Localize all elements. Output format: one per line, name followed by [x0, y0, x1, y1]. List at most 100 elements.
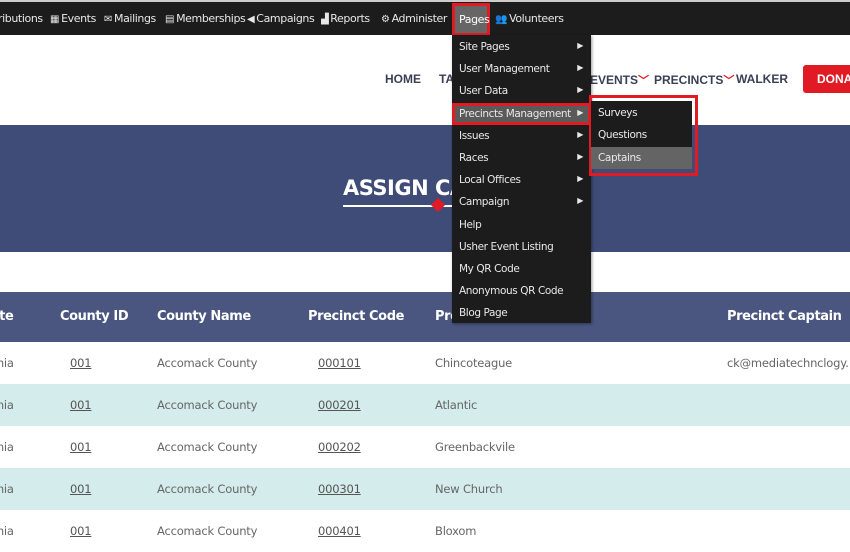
- donate-button[interactable]: DONAT: [803, 65, 850, 93]
- cell-county-id[interactable]: 001: [70, 482, 92, 496]
- menu-item-my-qr-code[interactable]: My QR Code: [452, 258, 591, 280]
- menu-item-usher-event-listing[interactable]: Usher Event Listing: [452, 236, 591, 258]
- label: Blog Page: [459, 307, 508, 320]
- label: Administer: [391, 12, 448, 25]
- caret-right-icon: ▶: [577, 129, 583, 139]
- table-row: Virginia 001 Accomack County 000101 Chincote…: [0, 342, 850, 384]
- cell-precinct-code[interactable]: 000202: [318, 440, 361, 454]
- submenu-item-surveys[interactable]: Surveys: [591, 102, 692, 124]
- menu-item-blog-page[interactable]: Blog Page: [452, 302, 591, 324]
- label: Local Offices: [459, 174, 521, 187]
- label: Events: [61, 12, 96, 25]
- table-row: Virginia 001 Accomack County 000301 New Chur…: [0, 468, 850, 510]
- caret-right-icon: ▶: [577, 152, 583, 161]
- cell-precinct-name: New Church: [435, 482, 503, 496]
- label: Site Pages: [459, 41, 510, 53]
- label: Help: [459, 218, 482, 231]
- caret-right-icon: ▶: [577, 196, 583, 206]
- menu-item-anonymous-qr-code[interactable]: Anonymous QR Code: [452, 280, 591, 302]
- caret-right-icon: ▶: [577, 174, 583, 184]
- label: PRECINCTS: [654, 73, 724, 87]
- envelope-icon: ✉: [104, 14, 112, 25]
- nav-events[interactable]: EVENTS﹀: [590, 72, 649, 88]
- nav-walker[interactable]: WALKER: [736, 72, 788, 86]
- label: User Management: [459, 63, 550, 76]
- label: Mailings: [113, 12, 156, 25]
- menu-item-issues[interactable]: Issues ▶: [452, 125, 591, 147]
- cell-state: Virginia: [0, 440, 14, 454]
- label: Anonymous QR Code: [459, 285, 564, 298]
- cell-state: Virginia: [0, 398, 14, 412]
- toolbar-contributions[interactable]: ributions: [0, 12, 43, 25]
- menu-item-campaign[interactable]: Campaign ▶: [452, 191, 591, 213]
- cell-state: Virginia: [0, 524, 14, 538]
- cell-county-name: Accomack County: [157, 482, 258, 496]
- cell-county-id[interactable]: 001: [70, 356, 92, 370]
- caret-right-icon: ▶: [577, 85, 583, 95]
- label: User Data: [459, 85, 508, 98]
- toolbar-pages[interactable]: Pages: [452, 3, 490, 36]
- header-county-id[interactable]: County ID: [60, 309, 129, 324]
- header-precinct-captain[interactable]: Precinct Captain: [727, 309, 842, 324]
- menu-item-site-pages[interactable]: Site Pages ▶: [452, 36, 591, 58]
- header-precinct-code[interactable]: Precinct Code: [308, 309, 404, 324]
- cell-precinct-code[interactable]: 000101: [318, 356, 361, 370]
- label: ributions: [0, 12, 43, 25]
- menu-item-local-offices[interactable]: Local Offices ▶: [452, 169, 591, 191]
- label: Precincts Management: [459, 107, 571, 120]
- cell-county-name: Accomack County: [157, 398, 258, 412]
- label: Campaign: [459, 196, 510, 209]
- nav-home[interactable]: HOME: [385, 72, 421, 86]
- toolbar-campaigns[interactable]: ◀ Campaigns: [247, 12, 315, 25]
- label: My QR Code: [459, 263, 520, 275]
- chevron-down-icon: ﹀: [723, 75, 735, 87]
- table-row: Virginia 001 Accomack County 000202 Greenbac…: [0, 426, 850, 468]
- chart-icon: ▟: [321, 14, 329, 25]
- cell-county-name: Accomack County: [157, 524, 258, 538]
- cell-county-id[interactable]: 001: [70, 398, 92, 412]
- gears-icon: ⚙: [381, 14, 390, 25]
- cell-county-id[interactable]: 001: [70, 524, 92, 538]
- page-title: ASSIGN CA: [343, 176, 466, 200]
- cell-precinct-code[interactable]: 000401: [318, 524, 361, 538]
- label: Issues: [459, 129, 490, 142]
- toolbar-memberships[interactable]: ▤ Memberships: [165, 12, 246, 25]
- label: Reports: [330, 12, 370, 25]
- calendar-icon: ▦: [50, 14, 60, 25]
- toolbar-volunteers[interactable]: 👥 Volunteers: [495, 12, 564, 25]
- menu-item-precincts-management[interactable]: Precincts Management ▶: [452, 102, 591, 125]
- table-row: Virginia 001 Accomack County 000401 Bloxom: [0, 510, 850, 552]
- label: Volunteers: [509, 12, 564, 25]
- caret-right-icon: ▶: [577, 63, 583, 73]
- toolbar-reports[interactable]: ▟ Reports: [321, 12, 370, 25]
- cell-precinct-name: Bloxom: [435, 524, 477, 538]
- admin-toolbar: ributions ▦ Events ✉ Mailings ▤ Memberships…: [0, 0, 850, 35]
- table-header: State County ID County Name Precinct Cod…: [0, 292, 850, 342]
- label: Usher Event Listing: [459, 240, 554, 253]
- nav-precincts[interactable]: PRECINCTS﹀: [654, 72, 734, 88]
- header-county-name[interactable]: County Name: [157, 309, 251, 324]
- toolbar-administer[interactable]: ⚙ Administer: [381, 12, 447, 25]
- label: EVENTS: [590, 73, 639, 87]
- toolbar-events[interactable]: ▦ Events: [50, 12, 96, 25]
- menu-item-user-management[interactable]: User Management ▶: [452, 58, 591, 80]
- submenu-item-questions[interactable]: Questions: [591, 124, 692, 146]
- caret-right-icon: ▶: [577, 107, 583, 117]
- cell-state: Virginia: [0, 482, 14, 496]
- chevron-down-icon: ﹀: [638, 75, 650, 87]
- cell-precinct-name: Greenbackvile: [435, 440, 515, 454]
- cell-precinct-code[interactable]: 000301: [318, 482, 361, 496]
- table-row: Virginia 001 Accomack County 000201 Atlantic: [0, 384, 850, 426]
- pages-dropdown-menu: Site Pages ▶ User Management ▶ User Data ▶ Pre…: [452, 35, 591, 323]
- toolbar-mailings[interactable]: ✉ Mailings: [104, 12, 156, 25]
- header-state[interactable]: State: [0, 309, 14, 324]
- submenu-item-captains[interactable]: Captains: [591, 146, 692, 169]
- menu-item-user-data[interactable]: User Data ▶: [452, 80, 591, 102]
- users-icon: 👥: [495, 14, 508, 25]
- cell-precinct-name: Chincoteague: [435, 356, 513, 370]
- cell-precinct-code[interactable]: 000201: [318, 398, 361, 412]
- menu-item-help[interactable]: Help: [452, 214, 591, 236]
- menu-item-races[interactable]: Races ▶: [452, 147, 591, 169]
- cell-county-id[interactable]: 001: [70, 440, 92, 454]
- caret-right-icon: ▶: [577, 41, 583, 50]
